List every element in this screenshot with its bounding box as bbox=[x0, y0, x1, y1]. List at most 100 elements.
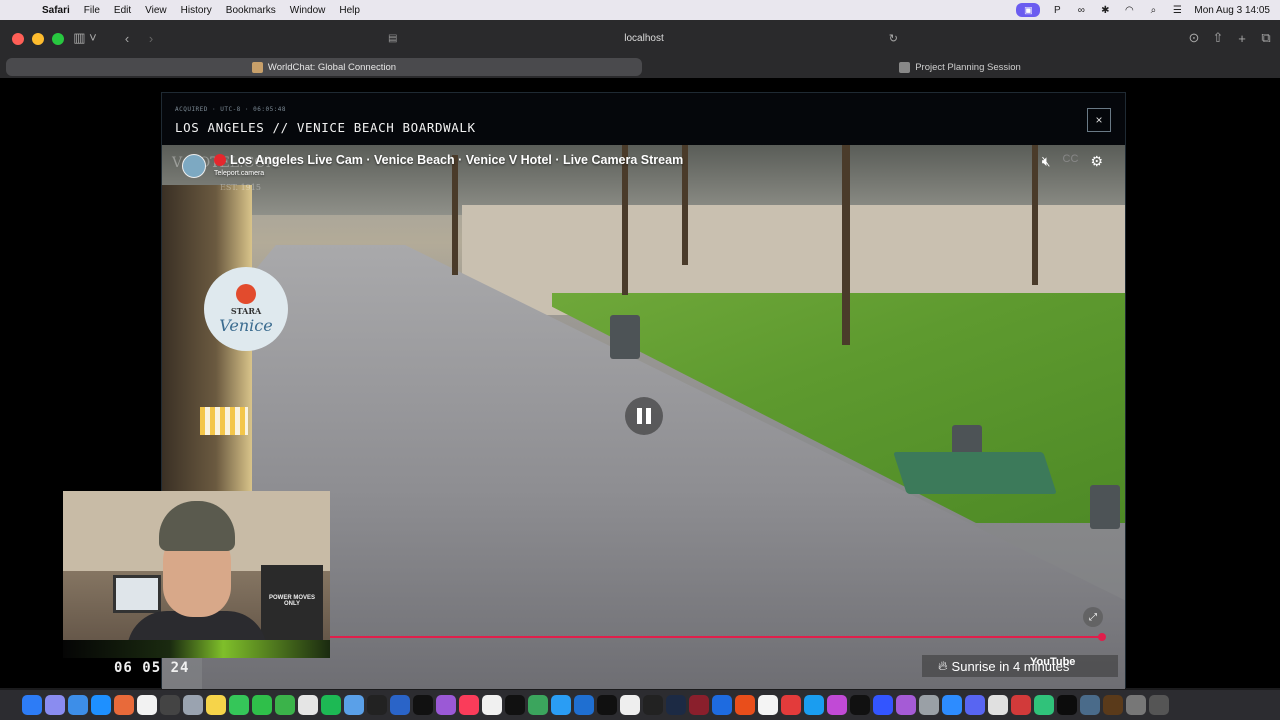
downloads-folder-icon[interactable] bbox=[1126, 695, 1146, 715]
chat-app-icon[interactable] bbox=[528, 695, 548, 715]
apple-tv-icon[interactable] bbox=[413, 695, 433, 715]
menu-edit[interactable]: Edit bbox=[114, 5, 131, 16]
calendar-red-icon[interactable] bbox=[1011, 695, 1031, 715]
system-settings-icon[interactable] bbox=[919, 695, 939, 715]
fullscreen-icon[interactable]: ⤢ bbox=[1083, 607, 1103, 627]
tab-worldchat[interactable]: WorldChat: Global Connection bbox=[6, 58, 642, 76]
webcam-timestamp: 06 05 24 bbox=[114, 660, 190, 676]
green-app-icon[interactable] bbox=[1034, 695, 1054, 715]
new-tab-icon[interactable]: + bbox=[1234, 29, 1250, 47]
rocket-app-icon[interactable] bbox=[781, 695, 801, 715]
xcode-icon[interactable] bbox=[712, 695, 732, 715]
wifi-icon[interactable]: ◠ bbox=[1122, 3, 1136, 17]
close-panel-button[interactable]: × bbox=[1087, 108, 1111, 132]
notes-icon[interactable] bbox=[206, 695, 226, 715]
burst-app-icon[interactable] bbox=[735, 695, 755, 715]
stocks-icon[interactable] bbox=[367, 695, 387, 715]
spotlight-search-icon[interactable]: ⌕ bbox=[1146, 3, 1160, 17]
spotify-icon[interactable] bbox=[321, 695, 341, 715]
browser-toolbar: ▥ ˅ ‹ › ▤ localhost ↻ ⊙ ⇧ + ⧉ bbox=[0, 20, 1280, 56]
blank-app-icon[interactable] bbox=[758, 695, 778, 715]
menu-history[interactable]: History bbox=[181, 5, 212, 16]
trash-bin bbox=[1090, 485, 1120, 529]
captions-icon[interactable]: CC bbox=[1063, 153, 1079, 170]
tab-overview-icon[interactable]: ⧉ bbox=[1258, 29, 1274, 47]
cube-app-icon[interactable] bbox=[643, 695, 663, 715]
share-icon[interactable]: ⇧ bbox=[1210, 29, 1226, 47]
fire-icon: 🔥︎ bbox=[938, 658, 948, 673]
zoom-icon[interactable] bbox=[942, 695, 962, 715]
news-icon[interactable] bbox=[482, 695, 502, 715]
zoom-window-button[interactable] bbox=[52, 33, 64, 45]
contacts-icon[interactable] bbox=[183, 695, 203, 715]
preview-icon[interactable] bbox=[344, 695, 364, 715]
translate-icon[interactable] bbox=[551, 695, 571, 715]
progress-scrubber[interactable] bbox=[1098, 633, 1106, 641]
podcasts-icon[interactable] bbox=[436, 695, 456, 715]
trash-icon[interactable] bbox=[1149, 695, 1169, 715]
red-app-icon[interactable] bbox=[689, 695, 709, 715]
webcam-audio-bar bbox=[63, 640, 330, 658]
messages-icon[interactable] bbox=[229, 695, 249, 715]
webcam-preview[interactable]: POWER MOVES ONLY bbox=[63, 491, 330, 658]
pinterest-icon[interactable] bbox=[620, 695, 640, 715]
calendar-icon[interactable] bbox=[137, 695, 157, 715]
notes-dark-icon[interactable] bbox=[160, 695, 180, 715]
vscode-icon[interactable] bbox=[574, 695, 594, 715]
page-settings-icon[interactable]: ▤ bbox=[388, 33, 397, 44]
textedit-icon[interactable] bbox=[988, 695, 1008, 715]
storage-app-icon[interactable] bbox=[1080, 695, 1100, 715]
tiktok-icon[interactable] bbox=[505, 695, 525, 715]
forward-arrow-icon[interactable]: › bbox=[142, 29, 160, 47]
live-dot-icon bbox=[214, 154, 226, 166]
pause-button[interactable] bbox=[625, 397, 663, 435]
close-window-button[interactable] bbox=[12, 33, 24, 45]
creative-cloud-icon[interactable]: ∞ bbox=[1074, 3, 1088, 17]
purple-app-icon[interactable] bbox=[827, 695, 847, 715]
mail-icon[interactable] bbox=[68, 695, 88, 715]
text-tool-icon[interactable]: P bbox=[1050, 3, 1064, 17]
monitor-app-icon[interactable] bbox=[666, 695, 686, 715]
menu-bookmarks[interactable]: Bookmarks bbox=[226, 5, 276, 16]
openai-icon[interactable] bbox=[597, 695, 617, 715]
video-title[interactable]: Los Angeles Live Cam · Venice Beach · Ve… bbox=[214, 153, 683, 167]
address-bar[interactable]: ▤ localhost ↻ bbox=[384, 28, 904, 48]
channel-avatar[interactable] bbox=[182, 154, 206, 178]
music-icon[interactable] bbox=[459, 695, 479, 715]
app-store-icon[interactable] bbox=[804, 695, 824, 715]
reload-icon[interactable]: ↻ bbox=[889, 32, 898, 45]
tab-project-planning[interactable]: Project Planning Session bbox=[646, 58, 1274, 76]
docs-app-icon[interactable] bbox=[873, 695, 893, 715]
quicktime-icon[interactable] bbox=[390, 695, 410, 715]
youtube-logo[interactable]: YouTube bbox=[1030, 656, 1075, 668]
safari-icon[interactable] bbox=[91, 695, 111, 715]
menu-window[interactable]: Window bbox=[290, 5, 326, 16]
control-center-icon[interactable]: ☰ bbox=[1170, 3, 1184, 17]
discord-icon[interactable] bbox=[965, 695, 985, 715]
mute-icon[interactable]: 🔇︎ bbox=[1042, 153, 1051, 170]
photos-icon[interactable] bbox=[114, 695, 134, 715]
menu-file[interactable]: File bbox=[84, 5, 100, 16]
menu-clock[interactable]: Mon Aug 3 14:05 bbox=[1194, 5, 1270, 16]
facetime-icon[interactable] bbox=[252, 695, 272, 715]
channel-name[interactable]: Teleport.camera bbox=[214, 170, 264, 177]
sidebar-toggle-icon[interactable]: ▥ ˅ bbox=[70, 29, 100, 47]
finder-icon[interactable] bbox=[22, 695, 42, 715]
adobe-app-icon[interactable] bbox=[896, 695, 916, 715]
minimize-window-button[interactable] bbox=[32, 33, 44, 45]
trash-bin bbox=[610, 315, 640, 359]
downloads-icon[interactable]: ⊙ bbox=[1186, 29, 1202, 47]
settings-gear-icon[interactable]: ⚙ bbox=[1090, 153, 1103, 170]
reminders-icon[interactable] bbox=[298, 695, 318, 715]
screen-share-icon[interactable]: ▣ bbox=[1016, 3, 1041, 17]
menu-view[interactable]: View bbox=[145, 5, 167, 16]
menu-help[interactable]: Help bbox=[339, 5, 360, 16]
numbers-icon[interactable] bbox=[275, 695, 295, 715]
launchpad-icon[interactable] bbox=[45, 695, 65, 715]
terminal-icon[interactable] bbox=[1057, 695, 1077, 715]
menu-app-name[interactable]: Safari bbox=[42, 5, 70, 16]
back-arrow-icon[interactable]: ‹ bbox=[118, 29, 136, 47]
bluetooth-icon[interactable]: ✱ bbox=[1098, 3, 1112, 17]
w-app-icon[interactable] bbox=[850, 695, 870, 715]
illustrator-icon[interactable] bbox=[1103, 695, 1123, 715]
